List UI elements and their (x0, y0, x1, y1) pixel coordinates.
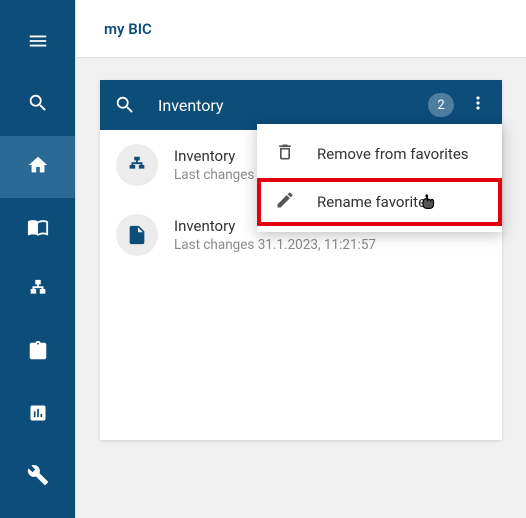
diagram-icon (116, 144, 158, 186)
sidebar-item-menu[interactable] (0, 12, 75, 74)
pencil-icon (275, 190, 317, 214)
context-menu: Remove from favorites Rename favorite (257, 124, 502, 232)
sidebar-item-tasks[interactable] (0, 322, 75, 384)
content: Inventory 2 Inventory Last changes (76, 58, 526, 462)
card-search-icon[interactable] (114, 94, 136, 116)
sitemap-icon (27, 278, 49, 304)
search-icon (27, 92, 49, 118)
wrench-icon (27, 464, 49, 490)
topbar: my BIC (76, 0, 526, 58)
chart-icon (28, 403, 48, 427)
count-badge: 2 (428, 93, 454, 117)
sidebar-item-home[interactable] (0, 136, 75, 198)
more-button[interactable] (468, 93, 488, 117)
trash-icon (275, 142, 317, 166)
main: my BIC Inventory 2 I (75, 0, 526, 518)
card-header: Inventory 2 (100, 80, 502, 130)
clipboard-icon (27, 340, 49, 366)
home-icon (27, 154, 49, 180)
sidebar-item-dashboard[interactable] (0, 384, 75, 446)
more-vert-icon (468, 93, 488, 117)
hamburger-icon (27, 30, 49, 56)
app-title: my BIC (104, 20, 152, 38)
sidebar-item-search[interactable] (0, 74, 75, 136)
card-title: Inventory (158, 96, 428, 115)
sidebar (0, 0, 75, 518)
book-icon (27, 216, 49, 242)
menu-item-label: Rename favorite (317, 193, 426, 211)
menu-item-remove[interactable]: Remove from favorites (257, 130, 502, 178)
menu-item-rename[interactable]: Rename favorite (257, 178, 502, 226)
document-icon (116, 214, 158, 256)
sidebar-item-hierarchy[interactable] (0, 260, 75, 322)
sidebar-item-admin[interactable] (0, 446, 75, 508)
menu-item-label: Remove from favorites (317, 145, 469, 163)
sidebar-item-catalog[interactable] (0, 198, 75, 260)
item-subtitle: Last changes 31.1.2023, 11:21:57 (174, 237, 486, 253)
